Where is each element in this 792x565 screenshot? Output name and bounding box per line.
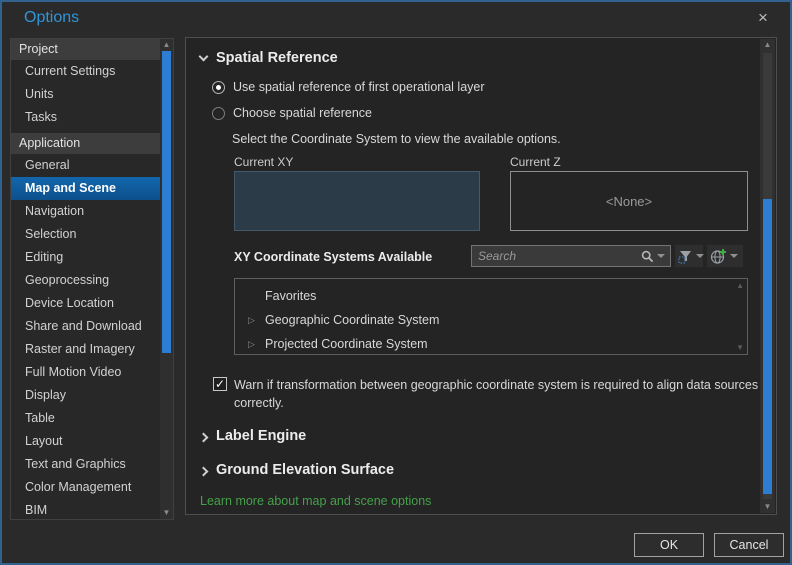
- sidebar-list: Project Current Settings Units Tasks App…: [11, 39, 160, 519]
- ok-button[interactable]: OK: [634, 533, 704, 557]
- tree-item-geographic-coordinate-system[interactable]: ▷ Geographic Coordinate System: [235, 308, 747, 332]
- sidebar-group-application: Application: [11, 133, 160, 154]
- radio-unselected-icon[interactable]: [212, 106, 225, 120]
- radio-selected-icon[interactable]: [212, 80, 225, 94]
- radio-label: Choose spatial reference: [233, 106, 372, 120]
- sidebar-item-general[interactable]: General: [11, 154, 160, 177]
- current-z-label: Current Z: [510, 155, 561, 169]
- sidebar-item-selection[interactable]: Selection: [11, 223, 160, 246]
- sidebar-item-navigation[interactable]: Navigation: [11, 200, 160, 223]
- radio-label: Use spatial reference of first operation…: [233, 80, 485, 94]
- warn-checkbox-label: Warn if transformation between geographi…: [234, 378, 759, 410]
- sidebar-item-geoprocessing[interactable]: Geoprocessing: [11, 269, 160, 292]
- chevron-right-icon: [198, 432, 209, 443]
- sidebar-item-editing[interactable]: Editing: [11, 246, 160, 269]
- section-label-engine[interactable]: Label Engine: [198, 428, 307, 444]
- scroll-up-icon[interactable]: ▲: [160, 39, 173, 51]
- tree-scroll-up-icon[interactable]: ▲: [736, 281, 744, 290]
- chevron-right-icon: [198, 466, 209, 477]
- search-input[interactable]: [472, 249, 641, 263]
- sidebar-item-raster-and-imagery[interactable]: Raster and Imagery: [11, 338, 160, 361]
- sidebar-item-display[interactable]: Display: [11, 384, 160, 407]
- chevron-down-icon: [198, 51, 209, 62]
- scroll-up-icon[interactable]: ▲: [760, 39, 775, 51]
- sidebar-item-table[interactable]: Table: [11, 407, 160, 430]
- sidebar-item-full-motion-video[interactable]: Full Motion Video: [11, 361, 160, 384]
- coordinate-system-tree: Favorites ▷ Geographic Coordinate System…: [234, 278, 748, 355]
- sidebar-item-map-and-scene[interactable]: Map and Scene: [11, 177, 160, 200]
- add-coordinate-system-button[interactable]: [707, 245, 743, 267]
- scrollbar-thumb[interactable]: [162, 51, 171, 353]
- expander-icon[interactable]: ▷: [248, 308, 255, 332]
- xy-coordinate-systems-available-label: XY Coordinate Systems Available: [234, 250, 433, 264]
- options-dialog: Options × Project Current Settings Units…: [0, 0, 792, 565]
- sidebar-item-device-location[interactable]: Device Location: [11, 292, 160, 315]
- sidebar-scrollbar[interactable]: ▲ ▼: [160, 39, 173, 519]
- globe-dropdown-caret-icon[interactable]: [730, 254, 738, 258]
- section-ground-elevation-surface[interactable]: Ground Elevation Surface: [198, 462, 395, 478]
- coordinate-system-instruction: Select the Coordinate System to view the…: [232, 132, 561, 146]
- expander-icon[interactable]: ▷: [248, 332, 255, 356]
- warn-checkbox[interactable]: ✓: [213, 377, 227, 391]
- scroll-down-icon[interactable]: ▼: [160, 507, 173, 519]
- current-z-box[interactable]: <None>: [510, 171, 748, 231]
- dialog-title: Options: [24, 9, 80, 26]
- sidebar-item-bim[interactable]: BIM: [11, 499, 160, 519]
- close-icon[interactable]: ×: [752, 8, 774, 28]
- search-icon[interactable]: [641, 250, 654, 263]
- filter-dropdown-caret-icon[interactable]: [696, 254, 704, 258]
- sidebar-item-share-and-download[interactable]: Share and Download: [11, 315, 160, 338]
- section-title: Spatial Reference: [216, 50, 338, 66]
- section-title: Label Engine: [216, 428, 307, 444]
- scroll-down-icon[interactable]: ▼: [760, 501, 775, 513]
- tree-item-label: Projected Coordinate System: [265, 337, 428, 351]
- filter-icon: [678, 249, 693, 264]
- sidebar-item-layout[interactable]: Layout: [11, 430, 160, 453]
- tree-item-projected-coordinate-system[interactable]: ▷ Projected Coordinate System: [235, 332, 747, 356]
- warn-transformation-row: ✓ Warn if transformation between geograp…: [213, 376, 773, 412]
- search-dropdown-caret-icon[interactable]: [657, 254, 665, 258]
- sidebar-item-units[interactable]: Units: [11, 83, 160, 106]
- sidebar: Project Current Settings Units Tasks App…: [10, 38, 174, 520]
- section-spatial-reference[interactable]: Spatial Reference: [198, 50, 338, 66]
- filter-button[interactable]: [675, 245, 704, 267]
- sidebar-item-text-and-graphics[interactable]: Text and Graphics: [11, 453, 160, 476]
- learn-more-link[interactable]: Learn more about map and scene options: [200, 494, 431, 508]
- current-xy-label: Current XY: [234, 155, 294, 169]
- tree-item-favorites[interactable]: Favorites: [235, 284, 747, 308]
- main-scrollbar[interactable]: ▲ ▼: [760, 39, 775, 513]
- sidebar-item-tasks[interactable]: Tasks: [11, 106, 160, 129]
- tree-item-label: Favorites: [265, 289, 317, 303]
- title-bar: Options ×: [2, 2, 790, 36]
- options-content-panel: Spatial Reference Use spatial reference …: [185, 37, 777, 515]
- globe-add-icon: [710, 248, 727, 265]
- sidebar-item-color-management[interactable]: Color Management: [11, 476, 160, 499]
- cancel-button[interactable]: Cancel: [714, 533, 784, 557]
- tree-scroll-down-icon[interactable]: ▼: [736, 343, 744, 352]
- current-z-value: <None>: [605, 193, 653, 209]
- tree-item-label: Geographic Coordinate System: [265, 313, 440, 327]
- scrollbar-thumb[interactable]: [763, 199, 772, 494]
- radio-use-first-layer[interactable]: Use spatial reference of first operation…: [212, 80, 485, 94]
- radio-choose-spatial-reference[interactable]: Choose spatial reference: [212, 106, 372, 120]
- sidebar-group-project: Project: [11, 39, 160, 60]
- current-xy-box[interactable]: [234, 171, 480, 231]
- section-title: Ground Elevation Surface: [216, 462, 395, 478]
- search-box[interactable]: [471, 245, 671, 267]
- sidebar-item-current-settings[interactable]: Current Settings: [11, 60, 160, 83]
